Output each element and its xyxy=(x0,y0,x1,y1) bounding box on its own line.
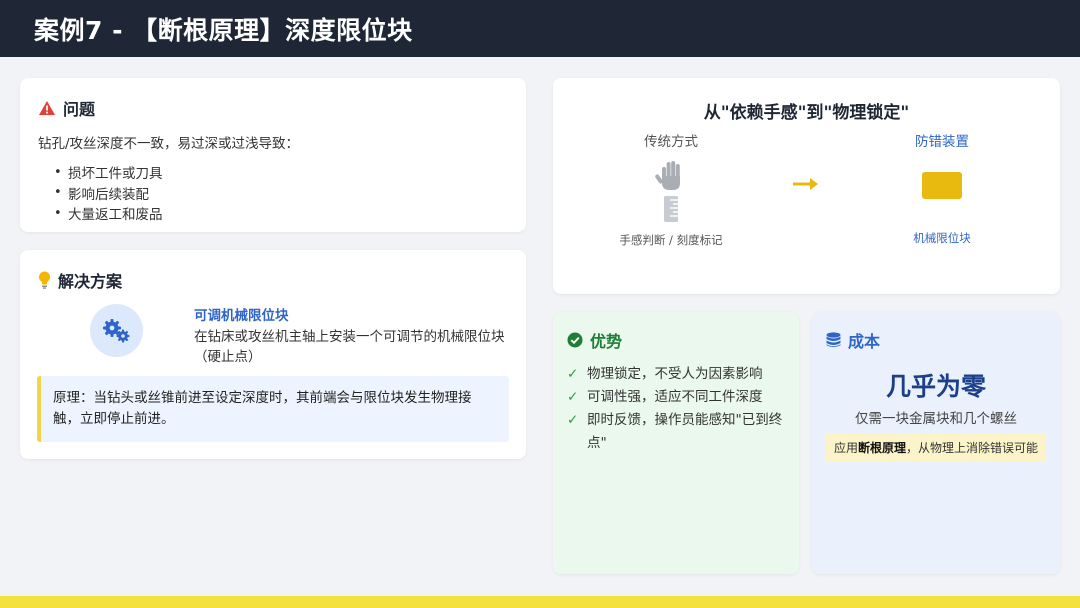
list-item-text: 大量返工和废品 xyxy=(68,207,163,224)
list-item: ✓ 即时反馈，操作员能感知"已到终点" xyxy=(567,409,785,455)
cost-card: 成本 几乎为零 仅需一块金属块和几个螺丝 应用断根原理，从物理上消除错误可能 xyxy=(812,312,1060,574)
list-item: ✓ 可调性强，适应不同工件深度 xyxy=(567,386,785,409)
problem-heading: 问题 xyxy=(38,96,508,120)
bullet: • xyxy=(54,185,62,201)
list-item-text: 损坏工件或刀具 xyxy=(68,166,163,183)
problem-list: • 损坏工件或刀具 • 影响后续装配 • 大量返工和废品 xyxy=(38,162,508,224)
solution-heading: 解决方案 xyxy=(38,268,508,292)
gears-icon xyxy=(90,304,143,357)
advantages-list: ✓ 物理锁定，不受人为因素影响 ✓ 可调性强，适应不同工件深度 ✓ 即时反馈，操作员能… xyxy=(567,363,785,455)
page-title: 案例7 - 【断根原理】深度限位块 xyxy=(34,15,413,45)
bullet: • xyxy=(54,205,62,221)
list-item-text: 可调性强，适应不同工件深度 xyxy=(587,389,763,405)
bottom-accent-bar xyxy=(0,596,1080,608)
traditional-caption: 手感判断 / 刻度标记 xyxy=(619,233,723,247)
header-bar: 案例7 - 【断根原理】深度限位块 xyxy=(0,0,1080,57)
bullet: • xyxy=(54,164,62,180)
list-item: • 损坏工件或刀具 xyxy=(38,162,508,183)
problem-card: 问题 钻孔/攻丝深度不一致，易过深或过浅导致： • 损坏工件或刀具 • 影响后续装配… xyxy=(20,78,526,232)
cost-note-suffix: ，从物理上消除错误可能 xyxy=(906,441,1039,455)
list-item-text: 影响后续装配 xyxy=(68,186,149,203)
solution-item-title: 可调机械限位块 xyxy=(194,308,289,324)
list-item: ✓ 物理锁定，不受人为因素影响 xyxy=(567,363,785,386)
cost-subtext: 仅需一块金属块和几个螺丝 xyxy=(855,411,1017,427)
cost-heading: 成本 xyxy=(826,328,1046,352)
solution-title: 解决方案 xyxy=(58,272,123,291)
list-item-text: 物理锁定，不受人为因素影响 xyxy=(587,366,763,382)
problem-title: 问题 xyxy=(63,100,96,119)
solution-item: 可调机械限位块 在钻床或攻丝机主轴上安装一个可调节的机械限位块（硬止点） xyxy=(90,304,510,365)
advantages-heading: 优势 xyxy=(567,328,785,352)
problem-description: 钻孔/攻丝深度不一致，易过深或过浅导致： xyxy=(38,136,300,152)
metal-block-icon xyxy=(922,172,962,199)
coins-icon xyxy=(826,332,841,348)
device-label: 防错装置 xyxy=(915,134,969,150)
hand-icon xyxy=(654,158,688,192)
principle-note: 原理：当钻头或丝锥前进至设定深度时，其前端会与限位块发生物理接触，立即停止前进。 xyxy=(37,376,509,442)
traditional-label: 传统方式 xyxy=(644,134,698,150)
advantages-card: 优势 ✓ 物理锁定，不受人为因素影响 ✓ 可调性强，适应不同工件深度 ✓ 即时反馈，操… xyxy=(553,312,799,574)
lightbulb-icon xyxy=(38,271,51,289)
ruler-icon xyxy=(664,196,678,222)
warning-triangle-icon xyxy=(38,100,56,116)
arrow-right-icon xyxy=(791,174,821,194)
check-icon: ✓ xyxy=(567,366,579,382)
solution-item-description: 在钻床或攻丝机主轴上安装一个可调节的机械限位块（硬止点） xyxy=(194,329,505,365)
cost-note: 应用断根原理，从物理上消除错误可能 xyxy=(826,434,1046,462)
check-icon: ✓ xyxy=(567,412,579,428)
cost-note-emphasis: 断根原理 xyxy=(857,441,906,455)
mistake-proofing-device: 防错装置 机械限位块 xyxy=(872,130,1012,246)
transformation-title: 从"依赖手感"到"物理锁定" xyxy=(703,103,910,123)
check-icon: ✓ xyxy=(567,389,579,405)
cost-note-prefix: 应用 xyxy=(833,441,858,455)
traditional-method: 传统方式 手感判断 / 刻度标记 xyxy=(601,130,741,248)
cost-headline: 几乎为零 xyxy=(885,372,986,401)
cost-title: 成本 xyxy=(848,332,881,351)
device-caption: 机械限位块 xyxy=(913,231,971,245)
list-item: • 大量返工和废品 xyxy=(38,203,508,224)
list-item: • 影响后续装配 xyxy=(38,183,508,204)
check-circle-icon xyxy=(567,332,583,348)
solution-text: 可调机械限位块 在钻床或攻丝机主轴上安装一个可调节的机械限位块（硬止点） xyxy=(194,304,514,367)
solution-card: 解决方案 可调机械限位块 在钻床或攻丝机主轴上安装一个可调节的机械限位块（硬止点… xyxy=(20,250,526,459)
list-item-text: 即时反馈，操作员能感知"已到终点" xyxy=(587,412,783,451)
transformation-card: 从"依赖手感"到"物理锁定" 传统方式 手感判断 / 刻度标记 防错装置 机械限… xyxy=(553,78,1060,294)
advantages-title: 优势 xyxy=(590,332,623,351)
